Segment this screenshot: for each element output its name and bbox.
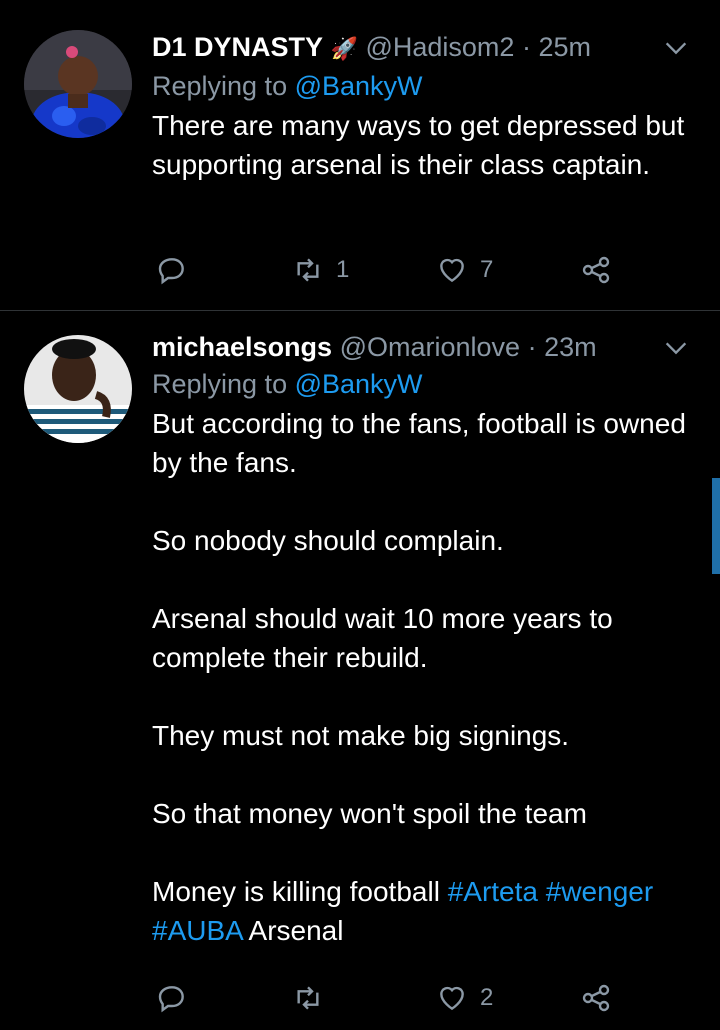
chevron-down-icon[interactable]: [662, 34, 690, 62]
tweet-paragraph: They must not make big signings.: [152, 720, 570, 751]
like-icon: [440, 258, 464, 283]
like-button[interactable]: 7: [436, 250, 493, 290]
hashtag-link[interactable]: #Arteta: [448, 876, 538, 907]
replying-to: Replying to @BankyW: [152, 68, 690, 104]
tweet-text: There are many ways to get depressed but…: [152, 106, 690, 184]
tweet-paragraph: There are many ways to get depressed but…: [152, 110, 685, 180]
mention-link[interactable]: @BankyW: [295, 369, 423, 399]
replying-prefix: Replying to: [152, 369, 288, 399]
tweet-text: But according to the fans, football is o…: [152, 404, 690, 950]
tweet-actions: 2: [152, 978, 632, 1018]
display-name[interactable]: D1 DYNASTY: [152, 32, 323, 62]
like-count: 2: [480, 984, 494, 1011]
like-count: 7: [480, 256, 494, 283]
retweet-button[interactable]: [292, 978, 336, 1018]
mention-link[interactable]: @BankyW: [295, 71, 423, 101]
avatar[interactable]: [24, 30, 132, 138]
rocket-emoji: 🚀: [330, 36, 358, 61]
tweet-paragraph: But according to the fans, football is o…: [152, 408, 686, 478]
tweet-header: michaelsongs @Omarionlove · 23m: [152, 330, 690, 364]
tweet-paragraph: So nobody should complain.: [152, 525, 504, 556]
reply-icon: [158, 258, 184, 285]
tweet-paragraph: Arsenal should wait 10 more years to com…: [152, 603, 613, 673]
timestamp[interactable]: 23m: [544, 332, 597, 362]
replying-to: Replying to @BankyW: [152, 366, 690, 402]
retweet-button[interactable]: 1: [292, 250, 349, 290]
chevron-down-icon[interactable]: [662, 334, 690, 362]
tweet-header: D1 DYNASTY 🚀 @Hadisom2 · 25m: [152, 30, 690, 66]
avatar[interactable]: [24, 335, 132, 443]
like-icon: [440, 986, 464, 1011]
reply-button[interactable]: [156, 250, 188, 290]
tweet-paragraph-last: Money is killing football #Arteta #wenge…: [152, 872, 690, 950]
hashtag-link[interactable]: #AUBA: [152, 915, 242, 946]
separator: ·: [527, 332, 537, 362]
retweet-icon: [297, 258, 319, 282]
tweet-actions: 1 7: [152, 250, 632, 290]
share-button[interactable]: [580, 250, 612, 290]
timestamp[interactable]: 25m: [538, 32, 591, 62]
reply-icon: [158, 986, 184, 1013]
user-handle[interactable]: @Omarionlove: [340, 332, 520, 362]
tweet-paragraph-suffix: Arsenal: [248, 915, 344, 946]
tweet[interactable]: michaelsongs @Omarionlove · 23m Replying…: [0, 311, 720, 1030]
retweet-count: 1: [336, 256, 350, 283]
display-name[interactable]: michaelsongs: [152, 332, 332, 362]
share-icon: [582, 984, 610, 1012]
reply-button[interactable]: [156, 978, 188, 1018]
hashtag-link[interactable]: #wenger: [546, 876, 653, 907]
tweet-paragraph-text: Money is killing football: [152, 876, 440, 907]
tweet-paragraph: So that money won't spoil the team: [152, 798, 587, 829]
retweet-icon: [297, 986, 319, 1010]
tweet[interactable]: D1 DYNASTY 🚀 @Hadisom2 · 25m Replying to…: [0, 0, 720, 311]
separator: ·: [521, 32, 531, 62]
user-handle[interactable]: @Hadisom2: [365, 32, 514, 62]
replying-prefix: Replying to: [152, 71, 288, 101]
share-button[interactable]: [580, 978, 612, 1018]
scrollbar[interactable]: [712, 478, 720, 574]
share-icon: [582, 256, 610, 284]
like-button[interactable]: 2: [436, 978, 493, 1018]
